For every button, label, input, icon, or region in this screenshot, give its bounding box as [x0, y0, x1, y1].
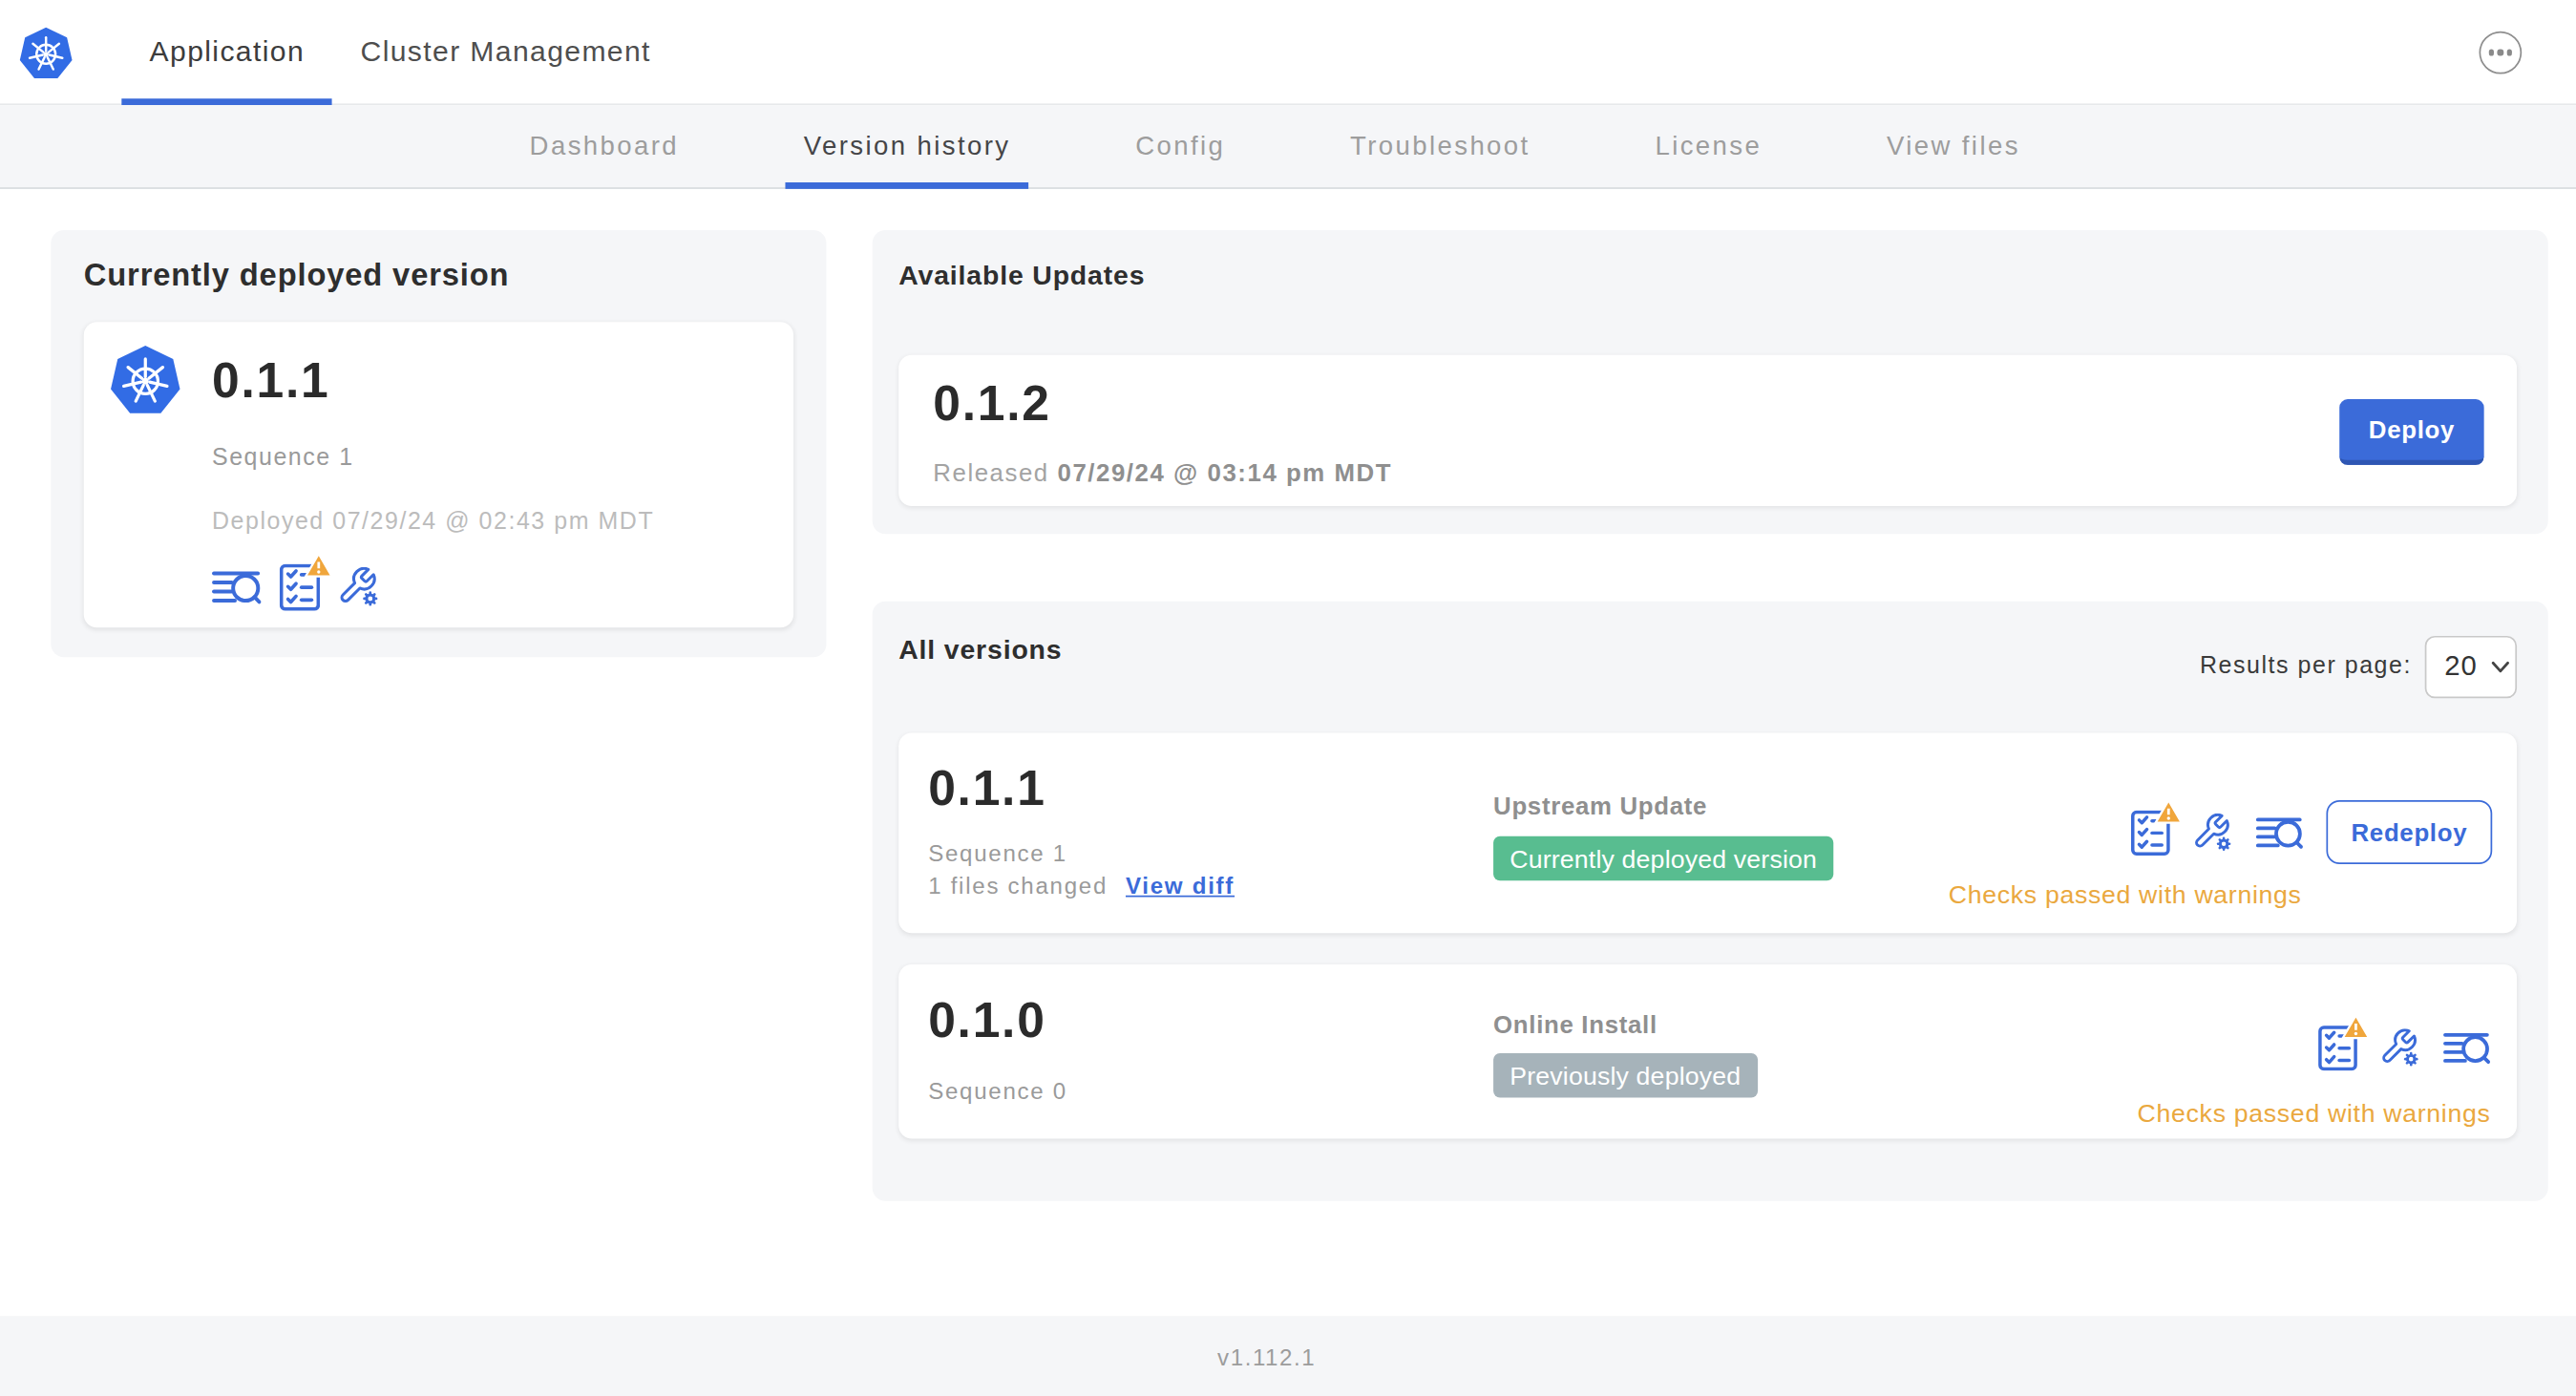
update-released-date: 07/29/24 @ 03:14 pm MDT: [1058, 458, 1393, 486]
preflight-checks-icon[interactable]: [2131, 809, 2170, 855]
kubernetes-logo: [18, 27, 74, 83]
view-diff-link[interactable]: View diff: [1126, 873, 1235, 899]
edit-config-icon[interactable]: [338, 567, 379, 608]
available-update-panel: 0.1.2 Released 07/29/24 @ 03:14 pm MDT D…: [898, 355, 2517, 506]
row-version-number: 0.1.0: [928, 991, 1045, 1050]
tab-view-files[interactable]: View files: [1869, 105, 2038, 189]
app-level-tabs: Application Cluster Management: [121, 0, 679, 105]
version-row-0.1.0: 0.1.0 Sequence 0 Online Install Previous…: [898, 964, 2517, 1138]
tab-license[interactable]: License: [1636, 105, 1780, 189]
tab-cluster-management[interactable]: Cluster Management: [332, 0, 679, 105]
kubernetes-app-icon: [109, 344, 182, 419]
warning-triangle-icon: [304, 552, 333, 579]
preflight-status-text[interactable]: Checks passed with warnings: [1949, 880, 2302, 910]
view-logs-icon[interactable]: [212, 570, 262, 604]
app-root: Application Cluster Management Dashboard…: [0, 0, 2576, 1396]
previously-deployed-badge: Previously deployed: [1493, 1053, 1757, 1097]
results-per-page-label: Results per page:: [2200, 652, 2412, 679]
update-version-number: 0.1.2: [933, 374, 1050, 434]
currently-deployed-badge: Currently deployed version: [1493, 836, 1833, 880]
chevron-down-icon: [2490, 661, 2510, 674]
current-sequence: Sequence 1: [212, 444, 354, 471]
app-subnav: Dashboard Version history Config Trouble…: [0, 105, 2576, 189]
row-actions: [2318, 1026, 2491, 1071]
console-version: v1.112.1: [1217, 1343, 1316, 1370]
row-sequence: Sequence 1: [928, 839, 1067, 866]
row-actions: Redeploy: [2131, 800, 2493, 864]
current-version-actions: [212, 563, 380, 611]
results-per-page-select[interactable]: 20: [2425, 636, 2517, 698]
available-updates-title: Available Updates: [898, 260, 1145, 291]
row-source: Upstream Update: [1493, 792, 1707, 819]
ellipsis-menu-button[interactable]: [2479, 32, 2522, 74]
currently-deployed-title: Currently deployed version: [84, 258, 510, 294]
all-versions-title: All versions: [898, 634, 1062, 666]
tab-troubleshoot[interactable]: Troubleshoot: [1332, 105, 1548, 189]
tab-dashboard[interactable]: Dashboard: [512, 105, 697, 189]
tab-version-history[interactable]: Version history: [786, 105, 1029, 189]
view-logs-icon[interactable]: [2255, 815, 2303, 848]
currently-deployed-card: Currently deployed version 0.1.1 Sequenc…: [51, 230, 826, 657]
preflight-checks-icon[interactable]: [280, 563, 321, 611]
all-versions-card: All versions Results per page: 20 0.1.1 …: [873, 602, 2548, 1201]
view-logs-icon[interactable]: [2443, 1032, 2491, 1065]
row-files-changed: 1 files changed View diff: [928, 873, 1235, 899]
available-updates-card: Available Updates 0.1.2 Released 07/29/2…: [873, 230, 2548, 534]
current-version-number: 0.1.1: [212, 351, 329, 411]
preflight-checks-icon[interactable]: [2318, 1026, 2357, 1071]
page-footer: v1.112.1: [0, 1316, 2576, 1396]
deploy-button[interactable]: Deploy: [2339, 399, 2483, 465]
edit-config-icon[interactable]: [2193, 813, 2232, 852]
row-source: Online Install: [1493, 1010, 1658, 1038]
tab-application[interactable]: Application: [121, 0, 332, 105]
warning-triangle-icon: [2154, 797, 2184, 824]
row-sequence: Sequence 0: [928, 1078, 1067, 1105]
row-version-number: 0.1.1: [928, 759, 1045, 818]
warning-triangle-icon: [2341, 1014, 2371, 1041]
version-row-0.1.1: 0.1.1 Sequence 1 1 files changed View di…: [898, 732, 2517, 933]
tab-config[interactable]: Config: [1117, 105, 1243, 189]
current-deployed-timestamp: Deployed 07/29/24 @ 02:43 pm MDT: [212, 508, 654, 535]
results-per-page-value: 20: [2444, 650, 2477, 683]
update-released-line: Released 07/29/24 @ 03:14 pm MDT: [933, 458, 1392, 486]
preflight-status-text[interactable]: Checks passed with warnings: [2138, 1099, 2491, 1129]
redeploy-button[interactable]: Redeploy: [2326, 800, 2492, 864]
top-header: Application Cluster Management: [0, 0, 2576, 105]
edit-config-icon[interactable]: [2380, 1028, 2419, 1068]
current-version-panel: 0.1.1 Sequence 1 Deployed 07/29/24 @ 02:…: [84, 322, 793, 627]
